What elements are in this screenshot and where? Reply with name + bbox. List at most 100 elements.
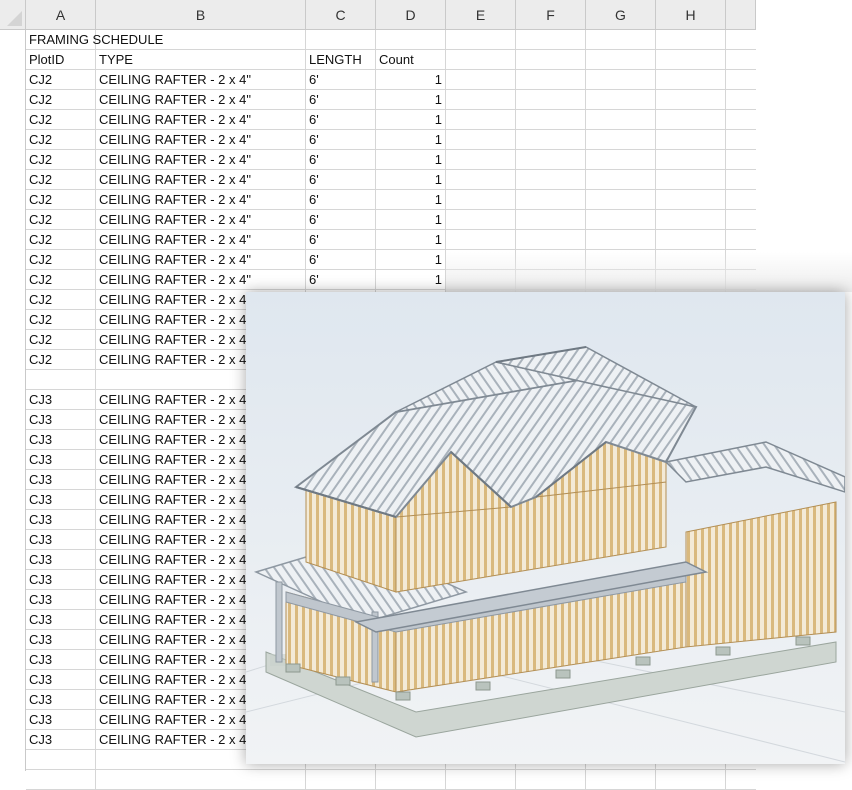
cell[interactable]: [446, 150, 516, 170]
cell[interactable]: [446, 230, 516, 250]
length-cell[interactable]: 6': [306, 190, 376, 210]
cell[interactable]: [586, 170, 656, 190]
type-cell[interactable]: CEILING RAFTER - 2 x 4": [96, 190, 306, 210]
cell[interactable]: [516, 230, 586, 250]
type-cell[interactable]: CEILING RAFTER - 2 x 4": [96, 70, 306, 90]
plotid-cell[interactable]: CJ2: [26, 130, 96, 150]
plotid-cell[interactable]: CJ2: [26, 110, 96, 130]
type-cell[interactable]: CEILING RAFTER - 2 x 4": [96, 170, 306, 190]
plotid-cell[interactable]: CJ3: [26, 590, 96, 610]
cell[interactable]: [586, 210, 656, 230]
cell[interactable]: [586, 30, 656, 50]
column-header-g[interactable]: G: [586, 0, 656, 30]
column-header-c[interactable]: C: [306, 0, 376, 30]
cell[interactable]: [586, 770, 656, 790]
cell[interactable]: [656, 230, 726, 250]
cell[interactable]: [586, 230, 656, 250]
column-header-a[interactable]: A: [26, 0, 96, 30]
plotid-cell[interactable]: CJ3: [26, 730, 96, 750]
cell[interactable]: [446, 110, 516, 130]
cell[interactable]: [586, 70, 656, 90]
count-cell[interactable]: 1: [376, 70, 446, 90]
plotid-cell[interactable]: [26, 750, 96, 770]
length-cell[interactable]: 6': [306, 230, 376, 250]
cell[interactable]: [656, 190, 726, 210]
type-cell[interactable]: CEILING RAFTER - 2 x 4": [96, 130, 306, 150]
cell[interactable]: [656, 90, 726, 110]
cell[interactable]: [516, 70, 586, 90]
plotid-cell[interactable]: CJ3: [26, 430, 96, 450]
header-length[interactable]: LENGTH: [306, 50, 376, 70]
cell[interactable]: [446, 30, 516, 50]
cell[interactable]: [726, 150, 756, 170]
cell[interactable]: [516, 210, 586, 230]
column-header-overflow[interactable]: [726, 0, 756, 30]
plotid-cell[interactable]: CJ3: [26, 410, 96, 430]
cell[interactable]: [516, 130, 586, 150]
cell[interactable]: [516, 90, 586, 110]
plotid-cell[interactable]: CJ2: [26, 330, 96, 350]
cell[interactable]: [446, 130, 516, 150]
header-plotid[interactable]: PlotID: [26, 50, 96, 70]
cell[interactable]: [726, 70, 756, 90]
plotid-cell[interactable]: CJ3: [26, 450, 96, 470]
plotid-cell[interactable]: CJ2: [26, 90, 96, 110]
plotid-cell[interactable]: CJ2: [26, 310, 96, 330]
count-cell[interactable]: 1: [376, 110, 446, 130]
type-cell[interactable]: CEILING RAFTER - 2 x 4": [96, 150, 306, 170]
cell[interactable]: [516, 110, 586, 130]
plotid-cell[interactable]: CJ3: [26, 650, 96, 670]
cell[interactable]: [516, 50, 586, 70]
length-cell[interactable]: 6': [306, 170, 376, 190]
cell[interactable]: [516, 150, 586, 170]
cell[interactable]: [376, 30, 446, 50]
column-header-f[interactable]: F: [516, 0, 586, 30]
cell[interactable]: [306, 30, 376, 50]
column-header-d[interactable]: D: [376, 0, 446, 30]
type-cell[interactable]: [96, 770, 306, 790]
length-cell[interactable]: 6': [306, 70, 376, 90]
plotid-cell[interactable]: CJ2: [26, 230, 96, 250]
cell[interactable]: [446, 50, 516, 70]
plotid-cell[interactable]: CJ2: [26, 210, 96, 230]
count-cell[interactable]: [376, 770, 446, 790]
header-count[interactable]: Count: [376, 50, 446, 70]
cell[interactable]: [586, 130, 656, 150]
cell[interactable]: [586, 50, 656, 70]
cell[interactable]: [586, 90, 656, 110]
type-cell[interactable]: CEILING RAFTER - 2 x 4": [96, 250, 306, 270]
cell[interactable]: [656, 170, 726, 190]
cell[interactable]: [656, 30, 726, 50]
cell[interactable]: [656, 770, 726, 790]
length-cell[interactable]: 6': [306, 110, 376, 130]
cell[interactable]: [446, 70, 516, 90]
cell[interactable]: [726, 230, 756, 250]
cell[interactable]: [726, 190, 756, 210]
plotid-cell[interactable]: CJ2: [26, 70, 96, 90]
cell[interactable]: [516, 170, 586, 190]
count-cell[interactable]: 1: [376, 270, 446, 290]
type-cell[interactable]: CEILING RAFTER - 2 x 4": [96, 230, 306, 250]
plotid-cell[interactable]: [26, 370, 96, 390]
cell[interactable]: [726, 770, 756, 790]
count-cell[interactable]: 1: [376, 250, 446, 270]
plotid-cell[interactable]: CJ3: [26, 550, 96, 570]
cell[interactable]: [656, 210, 726, 230]
cell[interactable]: [446, 210, 516, 230]
length-cell[interactable]: 6': [306, 130, 376, 150]
plotid-cell[interactable]: CJ2: [26, 170, 96, 190]
cell[interactable]: [446, 190, 516, 210]
plotid-cell[interactable]: CJ3: [26, 710, 96, 730]
cell[interactable]: [726, 50, 756, 70]
column-header-e[interactable]: E: [446, 0, 516, 30]
length-cell[interactable]: 6': [306, 270, 376, 290]
cell[interactable]: [726, 90, 756, 110]
cell[interactable]: [726, 110, 756, 130]
plotid-cell[interactable]: CJ2: [26, 270, 96, 290]
cell[interactable]: [586, 190, 656, 210]
plotid-cell[interactable]: CJ2: [26, 150, 96, 170]
count-cell[interactable]: 1: [376, 230, 446, 250]
cell[interactable]: [446, 170, 516, 190]
count-cell[interactable]: 1: [376, 170, 446, 190]
length-cell[interactable]: 6': [306, 90, 376, 110]
